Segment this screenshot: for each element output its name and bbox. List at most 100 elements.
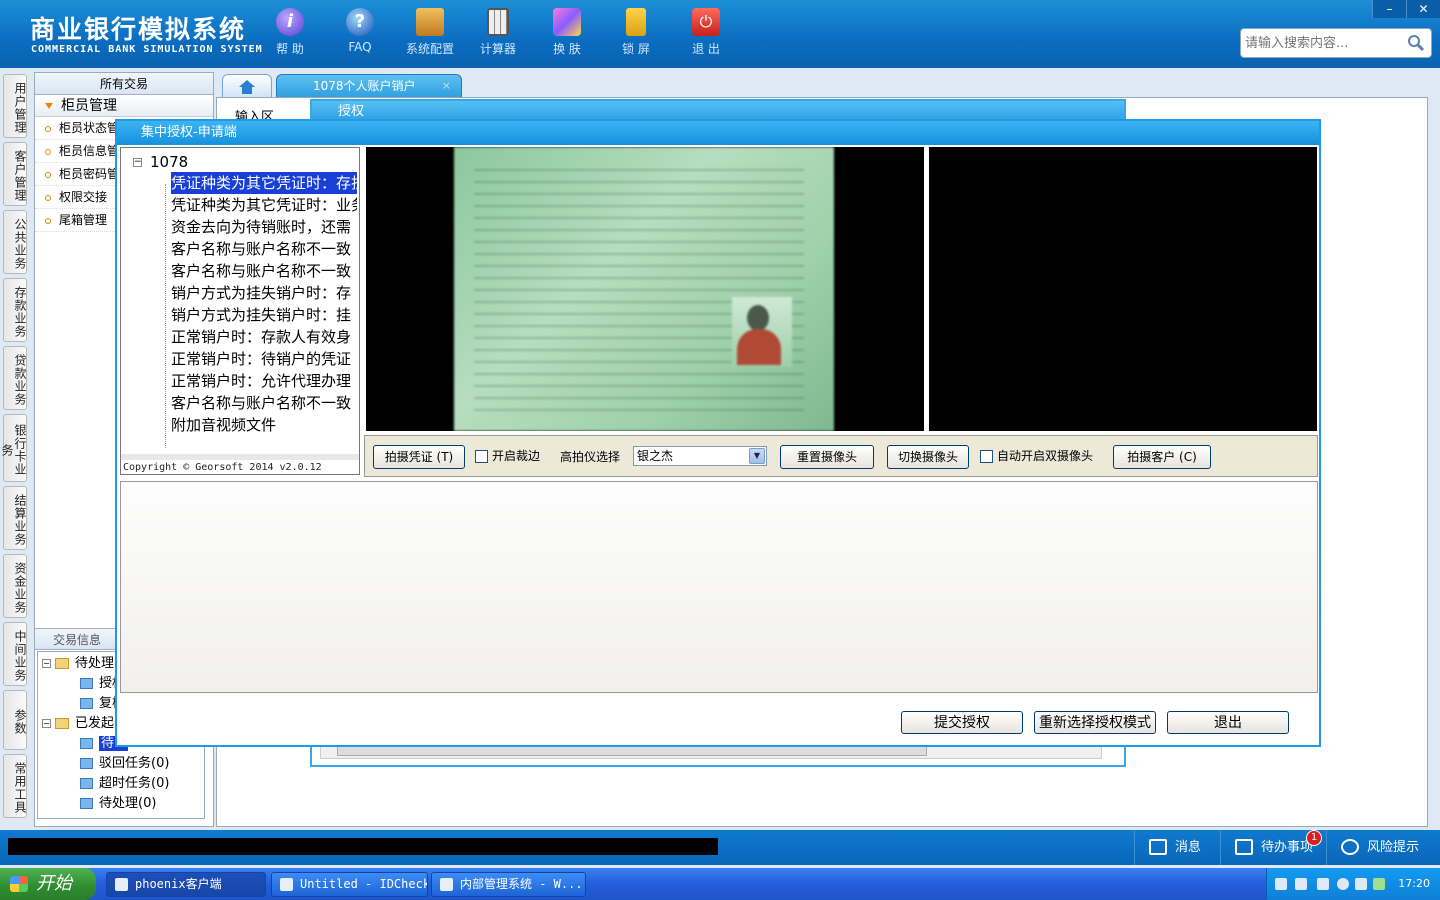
antivirus-icon[interactable]: [1373, 878, 1385, 890]
todo-count-badge: 1: [1306, 830, 1322, 846]
app-icon: [280, 878, 293, 891]
scrollbar-thumb[interactable]: [337, 746, 927, 756]
nav-parameters[interactable]: 参数: [3, 690, 27, 750]
toolbox-icon: [416, 8, 444, 36]
module-nav: 用户管理 客户管理 公共业务 存款业务 贷款业务 银行卡业务 结算业务 资金业务…: [0, 68, 32, 830]
bullet-icon: [45, 125, 51, 132]
nav-public-business[interactable]: 公共业务: [3, 210, 27, 274]
search-box: [1240, 28, 1432, 58]
close-tab-icon[interactable]: ×: [442, 75, 451, 97]
dialog-exit-button[interactable]: 退出: [1167, 711, 1289, 734]
tab-account-closing[interactable]: 1078个人账户销户 ×: [276, 74, 462, 98]
bullet-icon: [45, 148, 51, 155]
auth-item[interactable]: 销户方式为挂失销户时：挂: [171, 304, 357, 326]
checkbox-icon: [1235, 839, 1253, 855]
scanner-select[interactable]: 银之杰 ▼: [633, 446, 767, 466]
reselect-mode-button[interactable]: 重新选择授权模式: [1034, 711, 1156, 734]
checkbox-box: [980, 450, 993, 463]
app-header: 商业银行模拟系统 COMMERCIAL BANK SIMULATION SYST…: [0, 0, 1440, 68]
app-subtitle: COMMERCIAL BANK SIMULATION SYSTEM: [31, 44, 263, 55]
power-icon: ⏻: [692, 8, 720, 36]
nav-card-business[interactable]: 银行卡业务: [0, 414, 27, 482]
auth-item[interactable]: 资金去向为待销账时，还需: [171, 216, 357, 238]
nav-settlement-business[interactable]: 结算业务: [3, 486, 27, 550]
tray-icon[interactable]: [1317, 878, 1329, 890]
chevron-left-icon[interactable]: [1337, 878, 1349, 890]
nav-intermediary-business[interactable]: 中间业务: [3, 622, 27, 686]
exit-button[interactable]: ⏻ 退 出: [676, 8, 736, 57]
auth-item[interactable]: 销户方式为挂失销户时：存: [171, 282, 357, 304]
nav-loan-business[interactable]: 贷款业务: [3, 346, 27, 410]
enable-crop-checkbox[interactable]: 开启裁边: [475, 448, 540, 464]
auth-item[interactable]: 正常销户时：存款人有效身: [171, 326, 357, 348]
auth-item[interactable]: 正常销户时：允许代理办理: [171, 370, 357, 392]
nav-deposit-business[interactable]: 存款业务: [3, 278, 27, 342]
all-transactions-title[interactable]: 所有交易: [35, 73, 213, 95]
bullet-icon: [45, 171, 51, 178]
mail-icon: [1149, 839, 1167, 855]
lock-screen-button[interactable]: 锁 屏: [606, 8, 666, 57]
switch-camera-button[interactable]: 切换摄像头: [887, 445, 969, 469]
app-icon: [115, 878, 128, 891]
tree-node-timeout[interactable]: 超时任务(0): [80, 774, 169, 794]
taskbar-item-internal-system[interactable]: 内部管理系统 - W...: [431, 872, 586, 897]
tab-home[interactable]: [222, 74, 272, 98]
auth-item[interactable]: 凭证种类为其它凭证时：存折: [171, 172, 357, 194]
tree-node-returned[interactable]: 驳回任务(0): [80, 754, 169, 774]
messages-button[interactable]: 消息: [1134, 830, 1224, 865]
chevron-down-icon[interactable]: ▼: [749, 448, 765, 464]
scanner-select-label: 高拍仪选择: [560, 450, 621, 464]
faq-button[interactable]: ? FAQ: [330, 8, 390, 54]
submit-authorization-button[interactable]: 提交授权: [901, 711, 1023, 734]
auto-dual-camera-checkbox[interactable]: 自动开启双摄像头: [980, 448, 1093, 464]
nav-fund-business[interactable]: 资金业务: [3, 554, 27, 618]
keyboard-icon[interactable]: [1275, 878, 1287, 890]
windows-logo-icon: [10, 876, 28, 892]
ie-icon: [440, 878, 453, 891]
app-title: 商业银行模拟系统: [30, 15, 247, 44]
lock-icon: [626, 8, 646, 36]
dialog-title: 集中授权-申请端: [117, 121, 1319, 145]
nav-user-management[interactable]: 用户管理: [3, 74, 27, 138]
voucher-camera-view: [366, 147, 924, 431]
nav-customer-management[interactable]: 客户管理: [3, 142, 27, 206]
start-button[interactable]: 开始: [0, 868, 96, 900]
search-input[interactable]: [1241, 29, 1401, 57]
teller-management-group[interactable]: 柜员管理: [35, 95, 213, 117]
auth-item[interactable]: 凭证种类为其它凭证时：业务: [171, 194, 357, 216]
folder-icon: [55, 658, 69, 669]
home-icon: [239, 80, 255, 94]
tree-root-node[interactable]: −1078: [133, 152, 188, 172]
network-icon[interactable]: [1355, 878, 1367, 890]
expand-triangle-icon: [45, 103, 53, 109]
auth-item[interactable]: 客户名称与账户名称不一致: [171, 238, 357, 260]
tree-node-sent[interactable]: − 已发起: [42, 714, 114, 734]
auth-item[interactable]: 客户名称与账户名称不一致: [171, 260, 357, 282]
reset-camera-button[interactable]: 重置摄像头: [780, 445, 874, 469]
tree-node-pending[interactable]: − 待处理: [42, 654, 114, 674]
help-button[interactable]: i 帮 助: [260, 8, 320, 57]
status-message-area: [8, 838, 718, 855]
change-skin-button[interactable]: 换 肤: [537, 8, 597, 57]
auth-item[interactable]: 正常销户时：待销户的凭证: [171, 348, 357, 370]
tree-scrollbar[interactable]: [121, 454, 359, 460]
auth-item[interactable]: 客户名称与账户名称不一致: [171, 392, 357, 414]
status-bar: 消息 待办事项 风险提示: [0, 830, 1440, 865]
close-window-button[interactable]: ✕: [1406, 0, 1440, 18]
minimize-button[interactable]: –: [1372, 0, 1406, 18]
taskbar-item-phoenix[interactable]: phoenix客户端: [106, 872, 266, 897]
risk-alert-button[interactable]: 风险提示: [1326, 830, 1440, 865]
capture-voucher-button[interactable]: 拍摄凭证 (T): [373, 445, 465, 469]
search-icon[interactable]: [1407, 34, 1425, 52]
nav-common-tools[interactable]: 常用工具: [3, 754, 27, 818]
help-tray-icon[interactable]: [1295, 878, 1307, 890]
taskbar-item-idcheck[interactable]: Untitled - IDCheck: [271, 872, 428, 897]
calculator-button[interactable]: 计算器: [468, 8, 528, 57]
document-icon: [80, 778, 93, 789]
remarks-area[interactable]: [120, 481, 1318, 693]
tree-node-todo[interactable]: 待处理(0): [80, 794, 156, 814]
auth-item-attachment[interactable]: 附加音视频文件: [171, 414, 357, 436]
capture-customer-button[interactable]: 拍摄客户 (C): [1113, 445, 1211, 469]
os-taskbar: 开始 phoenix客户端 Untitled - IDCheck 内部管理系统 …: [0, 868, 1440, 900]
system-config-button[interactable]: 系统配置: [400, 8, 460, 57]
